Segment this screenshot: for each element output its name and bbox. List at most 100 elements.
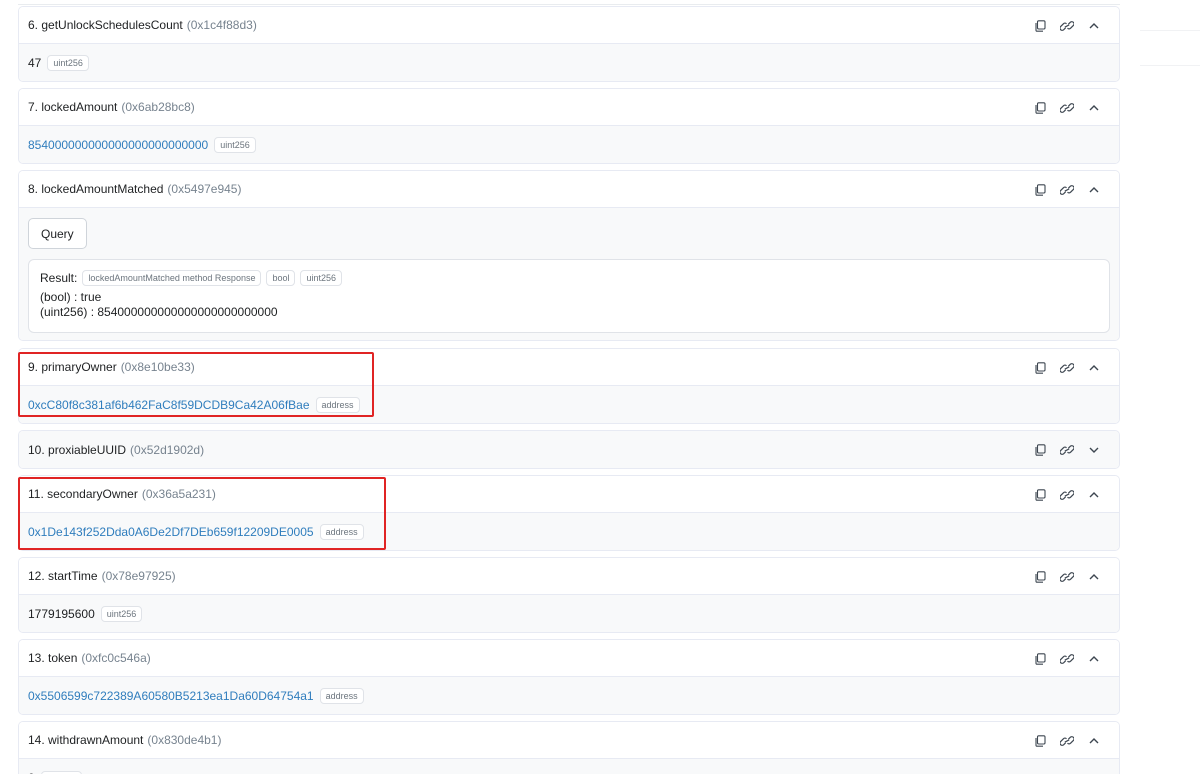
- link-icon[interactable]: [1053, 97, 1080, 119]
- link-icon[interactable]: [1053, 179, 1080, 201]
- function-header[interactable]: 13. token (0xfc0c546a): [19, 640, 1119, 677]
- function-selector: (0x6ab28bc8): [121, 100, 195, 114]
- chevron-up-icon[interactable]: [1080, 97, 1107, 119]
- function-actions: [1026, 89, 1107, 126]
- type-badge: uint256: [214, 136, 256, 153]
- function-name: 11. secondaryOwner: [28, 487, 138, 501]
- copy-icon[interactable]: [1026, 439, 1053, 461]
- function-header[interactable]: 12. startTime (0x78e97925): [19, 558, 1119, 595]
- function-name: 8. lockedAmountMatched: [28, 182, 164, 196]
- function-output: 0 uint256: [19, 759, 1119, 774]
- function-selector: (0x8e10be33): [120, 360, 195, 374]
- function-name: 12. startTime: [28, 569, 98, 583]
- copy-icon[interactable]: [1026, 648, 1053, 670]
- function-card-token: 13. token (0xfc0c546a) 0x5506599c722389A…: [18, 639, 1120, 715]
- function-card-proxiableUUID: 10. proxiableUUID (0x52d1902d): [18, 430, 1120, 469]
- result-header: Result: lockedAmountMatched method Respo…: [40, 269, 1098, 287]
- type-badge: uint256: [47, 54, 89, 71]
- function-header[interactable]: 8. lockedAmountMatched (0x5497e945): [19, 171, 1119, 208]
- function-name: 6. getUnlockSchedulesCount: [28, 18, 183, 32]
- function-header[interactable]: 10. proxiableUUID (0x52d1902d): [19, 431, 1119, 468]
- copy-icon[interactable]: [1026, 730, 1053, 752]
- copy-icon[interactable]: [1026, 484, 1053, 506]
- output-value: 47: [28, 55, 42, 70]
- divider: [18, 4, 1120, 5]
- query-button[interactable]: Query: [28, 218, 87, 249]
- contract-read-page: 6. getUnlockSchedulesCount (0x1c4f88d3) …: [0, 0, 1200, 774]
- result-line: (bool) : true: [40, 290, 102, 304]
- function-card-lockedAmount: 7. lockedAmount (0x6ab28bc8) 85400000000…: [18, 88, 1120, 164]
- link-icon[interactable]: [1053, 439, 1080, 461]
- function-actions: [1026, 476, 1107, 513]
- function-card-secondaryOwner: 11. secondaryOwner (0x36a5a231) 0x1De143…: [18, 475, 1120, 551]
- function-actions: [1026, 722, 1107, 759]
- function-selector: (0x36a5a231): [141, 487, 216, 501]
- function-card-startTime: 12. startTime (0x78e97925) 1779195600 ui…: [18, 557, 1120, 633]
- function-header[interactable]: 14. withdrawnAmount (0x830de4b1): [19, 722, 1119, 759]
- link-icon[interactable]: [1053, 648, 1080, 670]
- output-address-link[interactable]: 0xcC80f8c381af6b462FaC8f59DCDB9Ca42A06fB…: [28, 398, 310, 412]
- output-address-link[interactable]: 0x1De143f252Dda0A6De2Df7DEb659f12209DE00…: [28, 525, 314, 539]
- function-name: 9. primaryOwner: [28, 360, 117, 374]
- copy-icon[interactable]: [1026, 357, 1053, 379]
- function-query-body: Query Result: lockedAmountMatched method…: [19, 208, 1119, 340]
- copy-icon[interactable]: [1026, 179, 1053, 201]
- chevron-down-icon[interactable]: [1080, 439, 1107, 461]
- function-card-withdrawnAmount: 14. withdrawnAmount (0x830de4b1) 0 uint2…: [18, 721, 1120, 774]
- function-name: 13. token: [28, 651, 78, 665]
- copy-icon[interactable]: [1026, 97, 1053, 119]
- function-actions: [1026, 558, 1107, 595]
- function-actions: [1026, 171, 1107, 208]
- function-card-primaryOwner: 9. primaryOwner (0x8e10be33) 0xcC80f8c38…: [18, 348, 1120, 424]
- link-icon[interactable]: [1053, 730, 1080, 752]
- type-badge: address: [319, 523, 364, 540]
- chevron-up-icon[interactable]: [1080, 357, 1107, 379]
- chevron-up-icon[interactable]: [1080, 730, 1107, 752]
- chevron-up-icon[interactable]: [1080, 484, 1107, 506]
- function-output: 0xcC80f8c381af6b462FaC8f59DCDB9Ca42A06fB…: [19, 386, 1119, 423]
- result-type-badge: bool: [266, 270, 296, 286]
- function-output: 47 uint256: [19, 44, 1119, 81]
- result-label: Result:: [40, 271, 78, 285]
- link-icon[interactable]: [1053, 484, 1080, 506]
- function-name: 10. proxiableUUID: [28, 442, 127, 457]
- function-actions: [1026, 640, 1107, 677]
- function-output: 854000000000000000000000000 uint256: [19, 126, 1119, 163]
- chevron-up-icon[interactable]: [1080, 566, 1107, 588]
- function-output: 1779195600 uint256: [19, 595, 1119, 632]
- function-selector: (0x52d1902d): [130, 442, 205, 457]
- chevron-up-icon[interactable]: [1080, 179, 1107, 201]
- function-actions: [1026, 7, 1107, 44]
- type-badge: address: [315, 396, 360, 413]
- chevron-up-icon[interactable]: [1080, 648, 1107, 670]
- function-selector: (0x5497e945): [167, 182, 242, 196]
- result-method-badge: lockedAmountMatched method Response: [82, 270, 262, 286]
- side-panel: [1140, 0, 1200, 774]
- function-selector: (0x830de4b1): [147, 733, 222, 747]
- copy-icon[interactable]: [1026, 566, 1053, 588]
- function-output: 0x5506599c722389A60580B5213ea1Da60D64754…: [19, 677, 1119, 714]
- function-selector: (0xfc0c546a): [81, 651, 151, 665]
- chevron-up-icon[interactable]: [1080, 15, 1107, 37]
- type-badge: address: [319, 687, 364, 704]
- function-actions: [1026, 349, 1107, 386]
- query-result: Result: lockedAmountMatched method Respo…: [28, 259, 1110, 333]
- function-header[interactable]: 7. lockedAmount (0x6ab28bc8): [19, 89, 1119, 126]
- result-line: (uint256) : 854000000000000000000000000: [40, 305, 278, 319]
- copy-icon[interactable]: [1026, 15, 1053, 37]
- function-header[interactable]: 9. primaryOwner (0x8e10be33): [19, 349, 1119, 386]
- side-panel-block: [1140, 30, 1200, 66]
- link-icon[interactable]: [1053, 566, 1080, 588]
- link-icon[interactable]: [1053, 15, 1080, 37]
- function-header[interactable]: 6. getUnlockSchedulesCount (0x1c4f88d3): [19, 7, 1119, 44]
- function-actions: [1026, 431, 1107, 468]
- link-icon[interactable]: [1053, 357, 1080, 379]
- output-address-link[interactable]: 0x5506599c722389A60580B5213ea1Da60D64754…: [28, 689, 314, 703]
- function-card-getUnlockSchedulesCount: 6. getUnlockSchedulesCount (0x1c4f88d3) …: [18, 6, 1120, 82]
- output-value-link[interactable]: 854000000000000000000000000: [28, 138, 208, 152]
- function-name: 7. lockedAmount: [28, 100, 118, 114]
- function-output: 0x1De143f252Dda0A6De2Df7DEb659f12209DE00…: [19, 513, 1119, 550]
- function-selector: (0x78e97925): [101, 569, 176, 583]
- type-badge: uint256: [100, 605, 143, 622]
- function-header[interactable]: 11. secondaryOwner (0x36a5a231): [19, 476, 1119, 513]
